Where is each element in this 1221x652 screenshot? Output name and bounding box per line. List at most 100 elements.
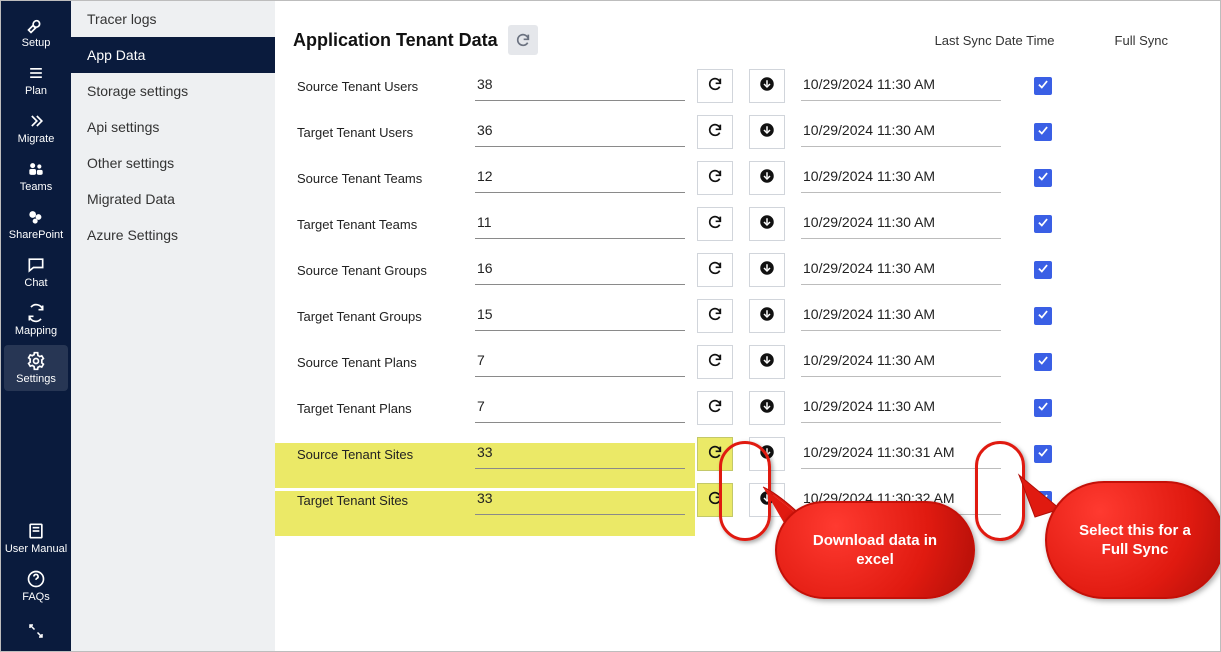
header-last-sync-label: Last Sync Date Time — [935, 33, 1055, 48]
row-fullsync-cell — [1013, 123, 1073, 141]
check-icon — [1036, 261, 1050, 280]
rail-plan[interactable]: Plan — [4, 57, 68, 103]
row-sync-time: 10/29/2024 11:30 AM — [801, 302, 1001, 331]
row-fullsync-checkbox[interactable] — [1034, 215, 1052, 233]
row-download-button[interactable] — [749, 253, 785, 287]
subnav-app-data[interactable]: App Data — [71, 37, 275, 73]
row-value: 38 — [475, 72, 685, 101]
subnav-api-settings[interactable]: Api settings — [71, 109, 275, 145]
rail-expand-toggle[interactable] — [4, 611, 68, 651]
refresh-icon — [707, 260, 723, 281]
row-refresh-button[interactable] — [697, 345, 733, 379]
subnav-storage-settings[interactable]: Storage settings — [71, 73, 275, 109]
rail-label: User Manual — [5, 543, 67, 555]
row-download-button[interactable] — [749, 207, 785, 241]
row-download-button[interactable] — [749, 345, 785, 379]
row-refresh-button[interactable] — [697, 161, 733, 195]
check-icon — [1036, 307, 1050, 326]
rail-sharepoint[interactable]: SharePoint — [4, 201, 68, 247]
row-sync-time: 10/29/2024 11:30:31 AM — [801, 440, 1001, 469]
row-fullsync-checkbox[interactable] — [1034, 307, 1052, 325]
check-icon — [1036, 77, 1050, 96]
row-fullsync-checkbox[interactable] — [1034, 353, 1052, 371]
row-fullsync-cell — [1013, 307, 1073, 325]
rail-mapping[interactable]: Mapping — [4, 297, 68, 343]
rail-label: Plan — [25, 85, 47, 97]
header-full-sync-label: Full Sync — [1115, 33, 1168, 48]
chat-icon — [26, 255, 46, 275]
row-fullsync-checkbox[interactable] — [1034, 77, 1052, 95]
row-sync-time: 10/29/2024 11:30 AM — [801, 164, 1001, 193]
rail-label: Setup — [22, 37, 51, 49]
row-fullsync-checkbox[interactable] — [1034, 123, 1052, 141]
check-icon — [1036, 445, 1050, 464]
rail-migrate[interactable]: Migrate — [4, 105, 68, 151]
subnav-tracer-logs[interactable]: Tracer logs — [71, 1, 275, 37]
row-fullsync-checkbox[interactable] — [1034, 169, 1052, 187]
download-icon — [758, 167, 776, 190]
rail-faqs[interactable]: FAQs — [4, 563, 68, 609]
row-fullsync-checkbox[interactable] — [1034, 399, 1052, 417]
row-label: Target Tenant Groups — [293, 309, 463, 324]
help-icon — [26, 569, 46, 589]
refresh-icon — [707, 214, 723, 235]
row-value: 15 — [475, 302, 685, 331]
row-refresh-button[interactable] — [697, 253, 733, 287]
row-value: 33 — [475, 440, 685, 469]
row-label: Target Tenant Users — [293, 125, 463, 140]
rail-label: FAQs — [22, 591, 50, 603]
row-download-button[interactable] — [749, 161, 785, 195]
row-download-button[interactable] — [749, 391, 785, 425]
download-icon — [758, 121, 776, 144]
row-refresh-button[interactable] — [697, 207, 733, 241]
rail-settings[interactable]: Settings — [4, 345, 68, 391]
row-fullsync-cell — [1013, 261, 1073, 279]
check-icon — [1036, 399, 1050, 418]
row-fullsync-checkbox[interactable] — [1034, 445, 1052, 463]
row-fullsync-cell — [1013, 169, 1073, 187]
row-sync-time: 10/29/2024 11:30 AM — [801, 210, 1001, 239]
row-label: Source Tenant Groups — [293, 263, 463, 278]
check-icon — [1036, 169, 1050, 188]
row-refresh-button[interactable] — [697, 69, 733, 103]
sharepoint-icon — [26, 207, 46, 227]
row-label: Target Tenant Plans — [293, 401, 463, 416]
rail-label: SharePoint — [9, 229, 63, 241]
annotation-pointer-icon — [747, 483, 817, 533]
row-download-button[interactable] — [749, 115, 785, 149]
download-icon — [758, 397, 776, 420]
row-refresh-button[interactable] — [697, 391, 733, 425]
page-refresh-button[interactable] — [508, 25, 538, 55]
download-icon — [758, 213, 776, 236]
refresh-icon — [707, 398, 723, 419]
row-fullsync-checkbox[interactable] — [1034, 261, 1052, 279]
row-sync-time: 10/29/2024 11:30 AM — [801, 394, 1001, 423]
row-refresh-button[interactable] — [697, 115, 733, 149]
row-fullsync-cell — [1013, 215, 1073, 233]
subnav-migrated-data[interactable]: Migrated Data — [71, 181, 275, 217]
download-icon — [758, 259, 776, 282]
download-icon — [758, 305, 776, 328]
left-rail: Setup Plan Migrate Teams SharePoint Chat… — [1, 1, 71, 651]
refresh-icon — [707, 352, 723, 373]
row-download-button[interactable] — [749, 69, 785, 103]
subnav-azure-settings[interactable]: Azure Settings — [71, 217, 275, 253]
check-icon — [1036, 215, 1050, 234]
rail-setup[interactable]: Setup — [4, 9, 68, 55]
subnav-other-settings[interactable]: Other settings — [71, 145, 275, 181]
row-refresh-button[interactable] — [697, 299, 733, 333]
row-value: 16 — [475, 256, 685, 285]
row-label: Source Tenant Plans — [293, 355, 463, 370]
rail-teams[interactable]: Teams — [4, 153, 68, 199]
row-fullsync-cell — [1013, 399, 1073, 417]
rail-chat[interactable]: Chat — [4, 249, 68, 295]
rail-user-manual[interactable]: User Manual — [4, 515, 68, 561]
book-icon — [26, 521, 46, 541]
row-value: 7 — [475, 394, 685, 423]
row-sync-time: 10/29/2024 11:30 AM — [801, 348, 1001, 377]
row-label: Source Tenant Sites — [293, 447, 463, 462]
row-sync-time: 10/29/2024 11:30 AM — [801, 256, 1001, 285]
row-label: Target Tenant Sites — [293, 493, 463, 508]
row-download-button[interactable] — [749, 299, 785, 333]
refresh-icon — [515, 32, 531, 48]
